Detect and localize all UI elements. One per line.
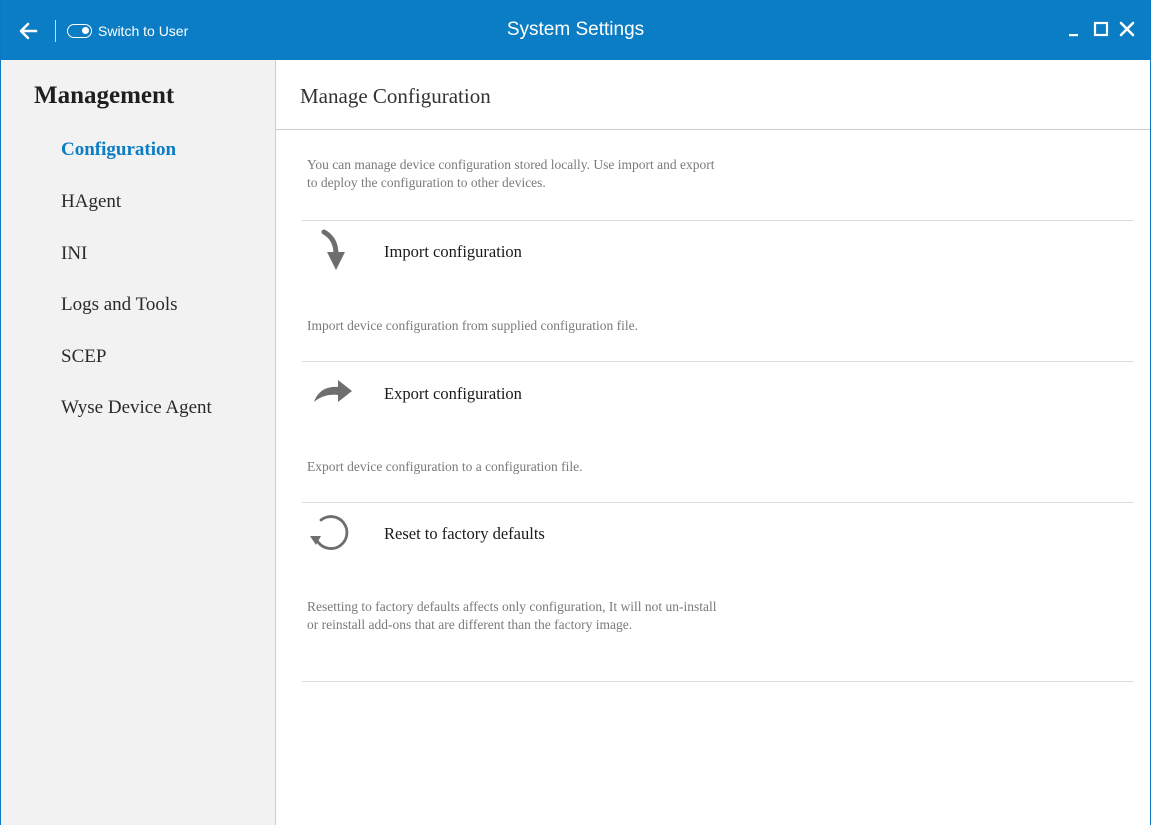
- export-configuration-action[interactable]: Export configuration: [302, 370, 1134, 420]
- intro-text: You can manage device configuration stor…: [307, 157, 715, 190]
- section-divider: [302, 681, 1134, 682]
- import-configuration-description: Import device configuration from supplie…: [307, 318, 639, 333]
- reset-factory-defaults-action[interactable]: Reset to factory defaults: [302, 510, 1134, 560]
- page-title: Manage Configuration: [300, 84, 491, 108]
- import-configuration-label: Import configuration: [384, 242, 522, 261]
- system-settings-window: Switch to User System Settings Managemen…: [0, 0, 1151, 825]
- sidebar-item-logs-and-tools[interactable]: Logs and Tools: [61, 294, 178, 316]
- minimize-icon: [1069, 34, 1078, 37]
- section-divider: [302, 502, 1134, 503]
- maximize-button[interactable]: [1088, 16, 1114, 42]
- reset-factory-defaults-label: Reset to factory defaults: [384, 524, 545, 543]
- reset-icon: [310, 515, 349, 550]
- close-button[interactable]: [1114, 16, 1140, 42]
- sidebar: Management Configuration HAgent INI Logs…: [1, 60, 276, 825]
- import-configuration-action[interactable]: Import configuration: [302, 228, 1134, 278]
- reset-factory-defaults-description: Resetting to factory defaults affects on…: [307, 599, 717, 632]
- export-configuration-description: Export device configuration to a configu…: [307, 459, 583, 474]
- main-content: Manage Configuration You can manage devi…: [276, 60, 1150, 825]
- sidebar-item-configuration[interactable]: Configuration: [61, 139, 176, 161]
- title-bar: Switch to User System Settings: [1, 0, 1150, 60]
- sidebar-item-ini[interactable]: INI: [61, 243, 87, 265]
- minimize-button[interactable]: [1062, 16, 1088, 42]
- window-title: System Settings: [506, 19, 645, 40]
- sidebar-item-hagent[interactable]: HAgent: [61, 191, 121, 213]
- close-icon: [1119, 21, 1135, 37]
- section-divider: [302, 220, 1134, 221]
- section-divider: [302, 361, 1134, 362]
- share-arrow-icon: [314, 380, 352, 402]
- sidebar-item-wyse-device-agent[interactable]: Wyse Device Agent: [61, 397, 212, 419]
- sidebar-title: Management: [34, 82, 175, 109]
- arrow-down-curved-icon: [321, 229, 345, 270]
- export-configuration-label: Export configuration: [384, 384, 522, 403]
- sidebar-item-scep[interactable]: SCEP: [61, 346, 106, 368]
- title-divider: [276, 129, 1150, 130]
- maximize-icon: [1093, 21, 1109, 37]
- window-controls: [1062, 16, 1140, 42]
